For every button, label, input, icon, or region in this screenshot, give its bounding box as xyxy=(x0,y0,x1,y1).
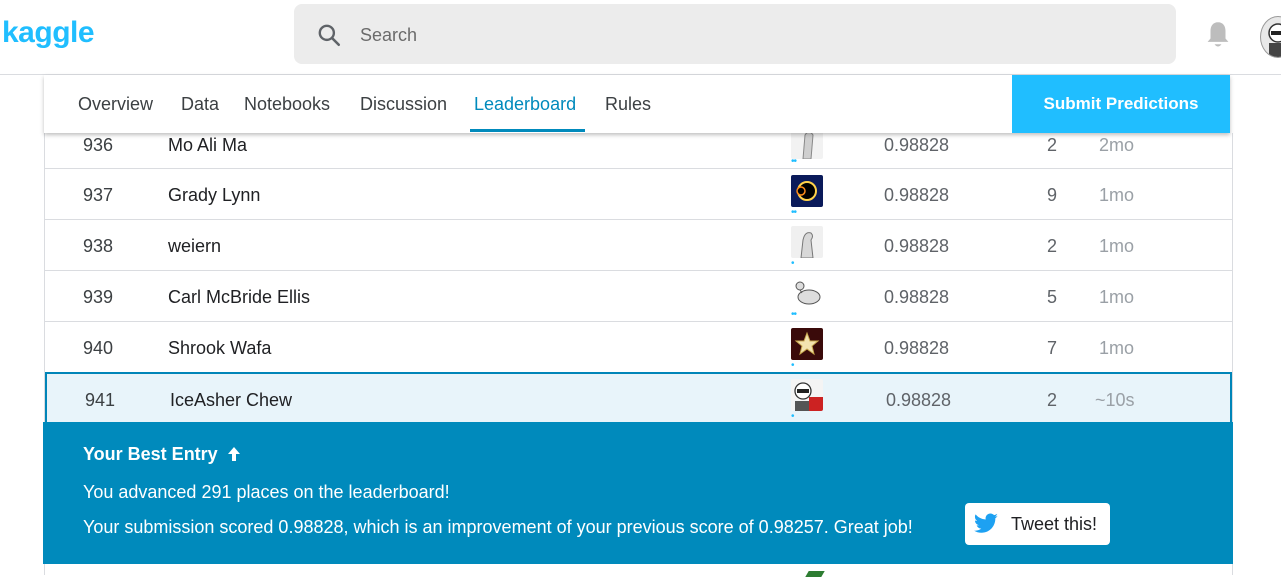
kaggle-logo[interactable]: kaggle xyxy=(2,16,95,50)
score-cell: 0.98828 xyxy=(884,135,950,155)
tab-data[interactable]: Data xyxy=(181,94,219,115)
twitter-icon xyxy=(973,513,998,533)
score-cell: 0.98828 xyxy=(884,287,950,307)
team-name[interactable]: Carl McBride Ellis xyxy=(168,287,310,308)
team-member-avatar[interactable] xyxy=(791,175,823,207)
next-row-edge xyxy=(44,564,1233,577)
members-indicator: • xyxy=(791,258,794,269)
last-submission-cell: 1mo xyxy=(1099,185,1135,205)
tab-notebooks[interactable]: Notebooks xyxy=(244,94,330,115)
rank-cell: 938 xyxy=(83,236,114,256)
table-row-current-user[interactable]: 941 IceAsher Chew • 0.98828 2 ~10s xyxy=(45,372,1232,424)
members-indicator: •• xyxy=(791,156,797,167)
best-entry-title: Your Best Entry xyxy=(83,444,242,465)
table-row[interactable]: 937 Grady Lynn •• 0.98828 9 1mo xyxy=(45,169,1232,220)
last-submission-cell: 1mo xyxy=(1099,338,1135,358)
improvement-message: Your submission scored 0.98828, which is… xyxy=(83,517,913,537)
best-entry-banner: Your Best Entry You advanced 291 places … xyxy=(43,422,1233,564)
search-icon xyxy=(318,24,341,47)
rank-cell: 936 xyxy=(83,135,114,155)
members-indicator: • xyxy=(791,360,794,371)
tab-overview[interactable]: Overview xyxy=(78,94,153,115)
team-name[interactable]: Grady Lynn xyxy=(168,185,260,206)
rank-cell: 939 xyxy=(83,287,114,307)
members-indicator: •• xyxy=(791,207,797,218)
advanced-message: You advanced 291 places on the leaderboa… xyxy=(83,482,450,502)
team-name[interactable]: weiern xyxy=(168,236,221,257)
score-cell: 0.98828 xyxy=(884,236,950,256)
tab-rules[interactable]: Rules xyxy=(605,94,651,115)
search-input[interactable] xyxy=(358,18,1142,52)
entries-cell: 7 xyxy=(1047,338,1058,358)
best-entry-title-text: Your Best Entry xyxy=(83,444,218,464)
table-row[interactable]: 940 Shrook Wafa • 0.98828 7 1mo xyxy=(45,322,1232,373)
score-cell: 0.98828 xyxy=(884,338,950,358)
score-cell: 0.98828 xyxy=(884,185,950,205)
team-member-avatar[interactable] xyxy=(791,226,823,258)
score-cell: 0.98828 xyxy=(886,390,952,410)
tab-leaderboard[interactable]: Leaderboard xyxy=(474,94,576,115)
search-box[interactable] xyxy=(294,4,1176,64)
members-indicator: •• xyxy=(791,309,797,320)
table-row[interactable]: 936 Mo Ali Ma •• 0.98828 2 2mo xyxy=(45,127,1232,169)
entries-cell: 2 xyxy=(1047,135,1058,155)
top-bar: kaggle xyxy=(0,0,1281,75)
entries-cell: 2 xyxy=(1047,236,1058,256)
notification-bell-icon[interactable] xyxy=(1204,20,1232,50)
tweet-button[interactable]: Tweet this! xyxy=(965,503,1110,545)
entries-cell: 9 xyxy=(1047,185,1058,205)
team-member-avatar[interactable] xyxy=(791,277,823,309)
arrow-up-icon xyxy=(227,447,240,461)
table-row[interactable]: 938 weiern • 0.98828 2 1mo xyxy=(45,220,1232,271)
last-submission-cell: ~10s xyxy=(1095,390,1135,410)
entries-cell: 5 xyxy=(1047,287,1058,307)
rank-cell: 940 xyxy=(83,338,114,358)
user-avatar[interactable] xyxy=(1260,16,1281,58)
active-tab-indicator xyxy=(470,129,585,132)
members-indicator: • xyxy=(791,411,794,422)
rank-cell: 937 xyxy=(83,185,114,205)
tweet-button-label: Tweet this! xyxy=(1011,513,1098,534)
last-submission-cell: 1mo xyxy=(1099,287,1135,307)
team-member-avatar[interactable] xyxy=(791,379,823,411)
team-member-avatar[interactable] xyxy=(791,328,823,360)
avatar-edge xyxy=(805,571,825,577)
tab-discussion[interactable]: Discussion xyxy=(360,94,447,115)
team-name[interactable]: IceAsher Chew xyxy=(170,390,292,411)
entries-cell: 2 xyxy=(1047,390,1058,410)
team-name[interactable]: Shrook Wafa xyxy=(168,338,271,359)
competition-tab-bar: Overview Data Notebooks Discussion Leade… xyxy=(44,75,1230,133)
last-submission-cell: 2mo xyxy=(1099,135,1135,155)
team-name[interactable]: Mo Ali Ma xyxy=(168,135,247,156)
table-row[interactable]: 939 Carl McBride Ellis •• 0.98828 5 1mo xyxy=(45,271,1232,322)
last-submission-cell: 1mo xyxy=(1099,236,1135,256)
rank-cell: 941 xyxy=(85,390,116,410)
submit-predictions-button[interactable]: Submit Predictions xyxy=(1012,75,1230,133)
